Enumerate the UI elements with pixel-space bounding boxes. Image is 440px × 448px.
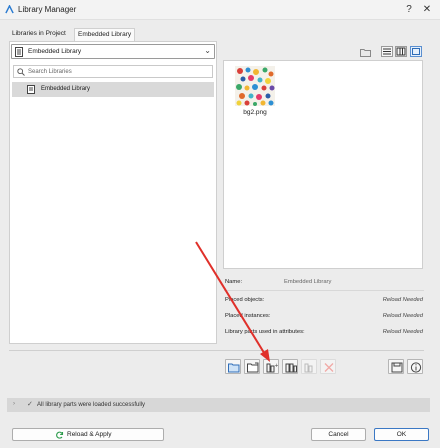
check-icon: ✓ <box>27 401 33 408</box>
reload-apply-button[interactable]: Reload & Apply <box>12 428 164 441</box>
folder-icon[interactable] <box>360 48 371 57</box>
detail-value: Reload Needed <box>382 313 423 319</box>
title-bar: Library Manager ? ✕ <box>0 0 440 20</box>
chevron-down-icon: ⌄ <box>204 46 211 55</box>
columns-view-icon <box>396 47 406 56</box>
edit-library-part-button[interactable] <box>301 359 317 374</box>
image-thumbnail[interactable] <box>235 66 275 106</box>
app-logo-icon <box>5 5 14 14</box>
remove-button[interactable] <box>320 359 336 374</box>
library-list-item[interactable]: Embedded Library <box>12 82 214 97</box>
save-icon <box>391 362 403 373</box>
detail-value: Reload Needed <box>382 329 423 335</box>
status-bar: › ✓ All library parts were loaded succes… <box>7 398 430 412</box>
ok-button[interactable]: OK <box>374 428 429 441</box>
library-doc-icon <box>27 85 35 94</box>
annotation-arrow-icon <box>195 241 270 362</box>
delete-icon <box>324 363 334 372</box>
file-name-label: bg2.png <box>243 109 267 116</box>
thumbnail-view-icon <box>412 48 420 55</box>
tab-libraries-in-project[interactable]: Libraries in Project <box>9 28 69 41</box>
library-dropdown[interactable]: Embedded Library ⌄ <box>11 44 215 59</box>
help-icon[interactable]: ? <box>401 3 417 17</box>
library-dropdown-value: Embedded Library <box>28 48 82 55</box>
columns-view-button[interactable] <box>395 46 407 57</box>
status-message: All library parts were loaded successful… <box>37 402 146 408</box>
search-input[interactable]: Search Libraries <box>13 65 213 78</box>
detail-value: Embedded Library <box>284 279 332 285</box>
search-icon <box>17 68 25 76</box>
search-placeholder: Search Libraries <box>28 69 72 75</box>
chevron-right-icon[interactable]: › <box>13 401 15 407</box>
library-parts-button[interactable] <box>282 359 298 374</box>
reload-icon <box>56 431 64 439</box>
tab-embedded-library[interactable]: Embedded Library <box>74 28 136 41</box>
list-view-button[interactable] <box>381 46 393 57</box>
list-view-icon <box>383 48 391 55</box>
cancel-button[interactable]: Cancel <box>311 428 366 441</box>
window-title: Library Manager <box>18 5 77 14</box>
info-button[interactable] <box>407 359 423 374</box>
reload-apply-label: Reload & Apply <box>67 431 112 438</box>
close-icon[interactable]: ✕ <box>419 3 435 17</box>
library-list-item-label: Embedded Library <box>41 86 91 92</box>
thumbnail-view-button[interactable] <box>410 46 422 57</box>
svg-text:+: + <box>275 363 279 369</box>
save-button[interactable] <box>388 359 404 374</box>
library-doc-icon <box>15 47 23 57</box>
detail-value: Reload Needed <box>382 297 423 303</box>
info-icon <box>410 362 422 373</box>
library-part-edit-icon <box>304 363 313 373</box>
library-parts-icon <box>285 363 297 373</box>
